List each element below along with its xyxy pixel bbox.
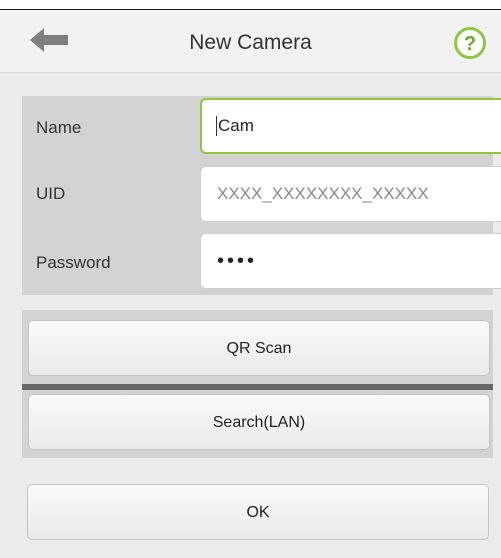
password-label: Password (36, 253, 111, 272)
header-bar: New Camera ? (0, 10, 501, 73)
camera-form: Name Cam UID XXXX_XXXXXXXX_XXXXX Passwor… (22, 96, 501, 295)
svg-text:?: ? (464, 33, 476, 55)
scan-options-panel: QR Scan Search(LAN) (22, 310, 493, 458)
qr-scan-button[interactable]: QR Scan (28, 320, 490, 376)
name-value: Cam (218, 116, 254, 135)
text-cursor (216, 116, 217, 136)
status-bar-strip (0, 0, 501, 10)
back-arrow-icon (30, 28, 68, 52)
password-field[interactable]: •••• (200, 233, 501, 289)
uid-placeholder: XXXX_XXXXXXXX_XXXXX (217, 184, 429, 203)
page-title: New Camera (189, 31, 312, 54)
help-button[interactable]: ? (454, 27, 486, 59)
name-label: Name (36, 118, 82, 137)
back-button[interactable] (30, 28, 70, 52)
uid-label: UID (36, 184, 66, 203)
uid-field[interactable]: XXXX_XXXXXXXX_XXXXX (200, 166, 501, 222)
name-field[interactable]: Cam (200, 98, 501, 154)
search-lan-button[interactable]: Search(LAN) (28, 394, 490, 450)
ok-button[interactable]: OK (27, 484, 489, 540)
question-mark-icon: ? (454, 27, 486, 59)
divider (22, 384, 493, 390)
password-value: •••• (217, 249, 258, 272)
